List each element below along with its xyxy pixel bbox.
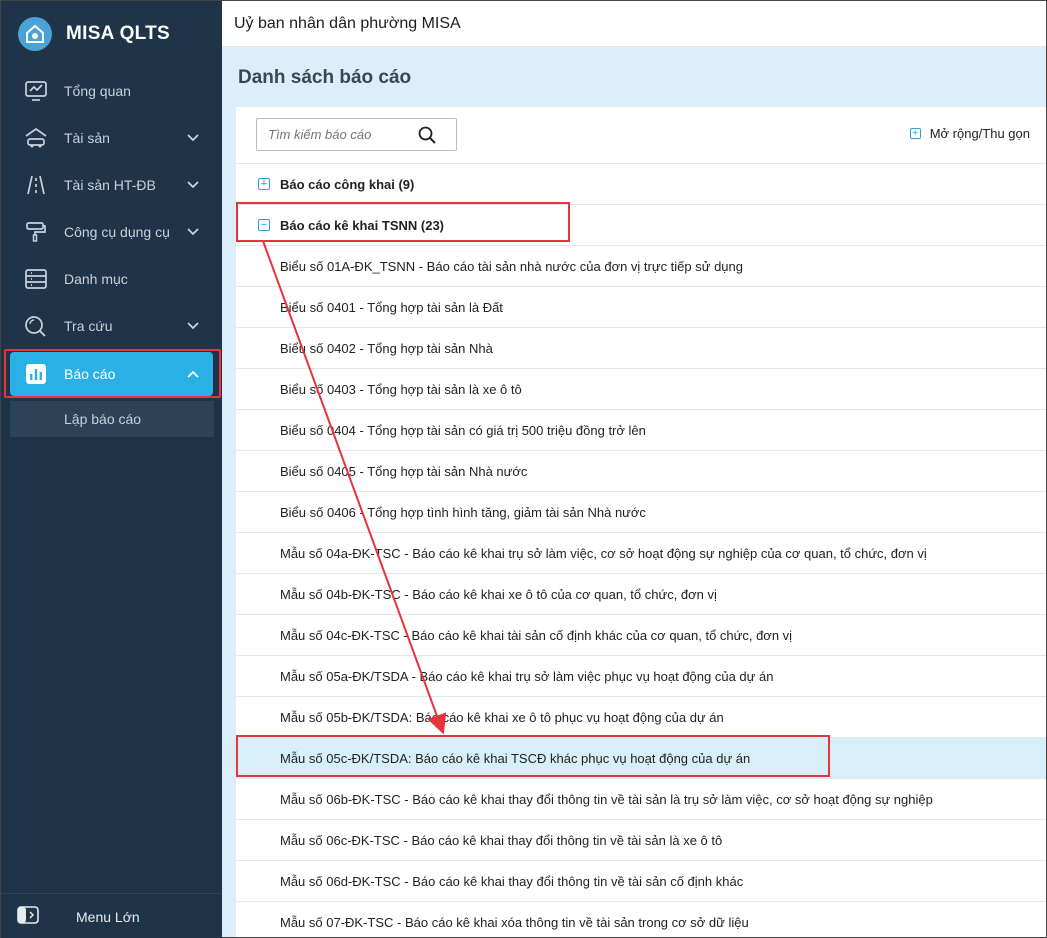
report-row[interactable]: Mẫu số 06b-ĐK-TSC - Báo cáo kê khai thay… xyxy=(236,778,1046,819)
search-icon[interactable] xyxy=(418,126,436,149)
report-label: Biểu số 0403 - Tổng hợp tài sản là xe ô … xyxy=(280,381,522,397)
report-row[interactable]: Biểu số 0401 - Tổng hợp tài sản là Đất xyxy=(236,286,1046,327)
sidebar-item-tra-cuu[interactable]: Tra cứu xyxy=(1,302,222,349)
menu-size-toggle[interactable]: Menu Lớn xyxy=(1,893,222,938)
menu-size-label: Menu Lớn xyxy=(76,908,140,925)
report-label: Mẫu số 05b-ĐK/TSDA: Báo cáo kê khai xe ô… xyxy=(280,709,724,725)
search-box xyxy=(256,118,457,151)
group-label: Báo cáo kê khai TSNN (23) xyxy=(280,217,444,233)
sidebar-item-label: Báo cáo xyxy=(64,365,116,382)
report-label: Mẫu số 04a-ĐK-TSC - Báo cáo kê khai trụ … xyxy=(280,545,927,561)
group-row-bao-cao-ke-khai-tsnn[interactable]: − Báo cáo kê khai TSNN (23) xyxy=(236,204,1046,245)
report-list: Biểu số 01A-ĐK_TSNN - Báo cáo tài sản nh… xyxy=(236,245,1046,938)
group-label: Báo cáo công khai (9) xyxy=(280,176,415,192)
report-row[interactable]: Mẫu số 06c-ĐK-TSC - Báo cáo kê khai thay… xyxy=(236,819,1046,860)
brand[interactable]: MISA QLTS xyxy=(1,1,222,67)
report-row[interactable]: Mẫu số 04b-ĐK-TSC - Báo cáo kê khai xe ô… xyxy=(236,573,1046,614)
sidebar-item-tong-quan[interactable]: Tổng quan xyxy=(1,67,222,114)
report-label: Biểu số 01A-ĐK_TSNN - Báo cáo tài sản nh… xyxy=(280,258,743,274)
report-row[interactable]: Mẫu số 05b-ĐK/TSDA: Báo cáo kê khai xe ô… xyxy=(236,696,1046,737)
report-row[interactable]: Mẫu số 06d-ĐK-TSC - Báo cáo kê khai thay… xyxy=(236,860,1046,901)
chevron-down-icon xyxy=(186,319,200,333)
sidebar-item-label: Danh mục xyxy=(64,270,128,287)
header-bar: Uỷ ban nhân dân phường MISA xyxy=(222,1,1046,47)
paint-roller-icon xyxy=(23,219,49,245)
chevron-up-icon xyxy=(186,367,200,381)
report-row[interactable]: Biểu số 0404 - Tổng hợp tài sản có giá t… xyxy=(236,409,1046,450)
road-icon xyxy=(23,172,49,198)
sidebar-item-bao-cao-wrap: Báo cáo xyxy=(1,349,222,398)
report-toolbar: + Mở rộng/Thu gọn xyxy=(236,107,1046,163)
list-icon xyxy=(23,266,49,292)
report-label: Biểu số 0406 - Tổng hợp tình hình tăng, … xyxy=(280,504,646,520)
report-label: Biểu số 0404 - Tổng hợp tài sản có giá t… xyxy=(280,422,646,438)
misa-logo-icon xyxy=(18,17,52,51)
report-row[interactable]: Mẫu số 07-ĐK-TSC - Báo cáo kê khai xóa t… xyxy=(236,901,1046,938)
sidebar: MISA QLTS Tổng quan Tài sản Tài sản HT-Đ… xyxy=(1,1,222,938)
sidebar-item-label: Công cụ dụng cụ xyxy=(64,223,170,240)
report-row[interactable]: Biểu số 0402 - Tổng hợp tài sản Nhà xyxy=(236,327,1046,368)
report-row[interactable]: Biểu số 0406 - Tổng hợp tình hình tăng, … xyxy=(236,491,1046,532)
report-list-panel: + Mở rộng/Thu gọn + Báo cáo công khai (9… xyxy=(236,107,1046,937)
report-label: Mẫu số 04c-ĐK-TSC - Báo cáo kê khai tài … xyxy=(280,627,793,643)
report-row[interactable]: Biểu số 0405 - Tổng hợp tài sản Nhà nước xyxy=(236,450,1046,491)
report-row[interactable]: Biểu số 01A-ĐK_TSNN - Báo cáo tài sản nh… xyxy=(236,245,1046,286)
sidebar-subitem-lap-bao-cao[interactable]: Lập báo cáo xyxy=(10,401,214,437)
sidebar-item-danh-muc[interactable]: Danh mục xyxy=(1,255,222,302)
sidebar-item-label: Tổng quan xyxy=(64,82,131,99)
report-label: Mẫu số 06d-ĐK-TSC - Báo cáo kê khai thay… xyxy=(280,873,744,889)
report-label: Mẫu số 06b-ĐK-TSC - Báo cáo kê khai thay… xyxy=(280,791,933,807)
page-title: Danh sách báo cáo xyxy=(238,67,412,88)
chevron-down-icon xyxy=(186,131,200,145)
report-label: Mẫu số 04b-ĐK-TSC - Báo cáo kê khai xe ô… xyxy=(280,586,717,602)
report-label: Mẫu số 06c-ĐK-TSC - Báo cáo kê khai thay… xyxy=(280,832,723,848)
chevron-down-icon xyxy=(186,178,200,192)
sidebar-toggle-icon xyxy=(17,906,39,927)
app-name: MISA QLTS xyxy=(66,23,171,44)
main-content: Danh sách báo cáo + Mở rộng/Thu gọn + Bá… xyxy=(222,47,1046,937)
report-row[interactable]: Mẫu số 04a-ĐK-TSC - Báo cáo kê khai trụ … xyxy=(236,532,1046,573)
report-label: Biểu số 0401 - Tổng hợp tài sản là Đất xyxy=(280,299,503,315)
sidebar-item-bao-cao[interactable]: Báo cáo xyxy=(10,351,213,396)
report-label: Mẫu số 05c-ĐK/TSDA: Báo cáo kê khai TSCĐ… xyxy=(280,750,751,766)
plus-square-icon: + xyxy=(909,128,921,139)
report-label: Biểu số 0402 - Tổng hợp tài sản Nhà xyxy=(280,340,493,356)
chevron-down-icon xyxy=(186,225,200,239)
minus-square-icon[interactable]: − xyxy=(258,219,270,231)
sidebar-item-cong-cu-dung-cu[interactable]: Công cụ dụng cụ xyxy=(1,208,222,255)
report-row[interactable]: Mẫu số 05a-ĐK/TSDA - Báo cáo kê khai trụ… xyxy=(236,655,1046,696)
report-label: Mẫu số 07-ĐK-TSC - Báo cáo kê khai xóa t… xyxy=(280,914,749,930)
expand-collapse-button[interactable]: + Mở rộng/Thu gọn xyxy=(909,126,1030,141)
bar-chart-icon xyxy=(23,361,49,387)
sidebar-item-tai-san[interactable]: Tài sản xyxy=(1,114,222,161)
search-icon xyxy=(23,313,49,339)
organization-title: Uỷ ban nhân dân phường MISA xyxy=(234,14,461,32)
plus-square-icon[interactable]: + xyxy=(258,178,270,190)
sidebar-item-label: Tra cứu xyxy=(64,317,113,334)
report-row[interactable]: Biểu số 0403 - Tổng hợp tài sản là xe ô … xyxy=(236,368,1046,409)
report-row-selected[interactable]: Mẫu số 05c-ĐK/TSDA: Báo cáo kê khai TSCĐ… xyxy=(236,737,1046,778)
search-input[interactable] xyxy=(268,127,408,142)
report-row[interactable]: Mẫu số 04c-ĐK-TSC - Báo cáo kê khai tài … xyxy=(236,614,1046,655)
group-row-bao-cao-cong-khai[interactable]: + Báo cáo công khai (9) xyxy=(236,163,1046,204)
report-label: Mẫu số 05a-ĐK/TSDA - Báo cáo kê khai trụ… xyxy=(280,668,774,684)
sidebar-item-tai-san-ht-db[interactable]: Tài sản HT-ĐB xyxy=(1,161,222,208)
car-house-icon xyxy=(23,125,49,151)
report-label: Biểu số 0405 - Tổng hợp tài sản Nhà nước xyxy=(280,463,528,479)
sidebar-item-label: Tài sản xyxy=(64,129,110,146)
monitor-chart-icon xyxy=(23,78,49,104)
sidebar-item-label: Tài sản HT-ĐB xyxy=(64,176,156,193)
expand-collapse-label: Mở rộng/Thu gọn xyxy=(929,126,1030,141)
